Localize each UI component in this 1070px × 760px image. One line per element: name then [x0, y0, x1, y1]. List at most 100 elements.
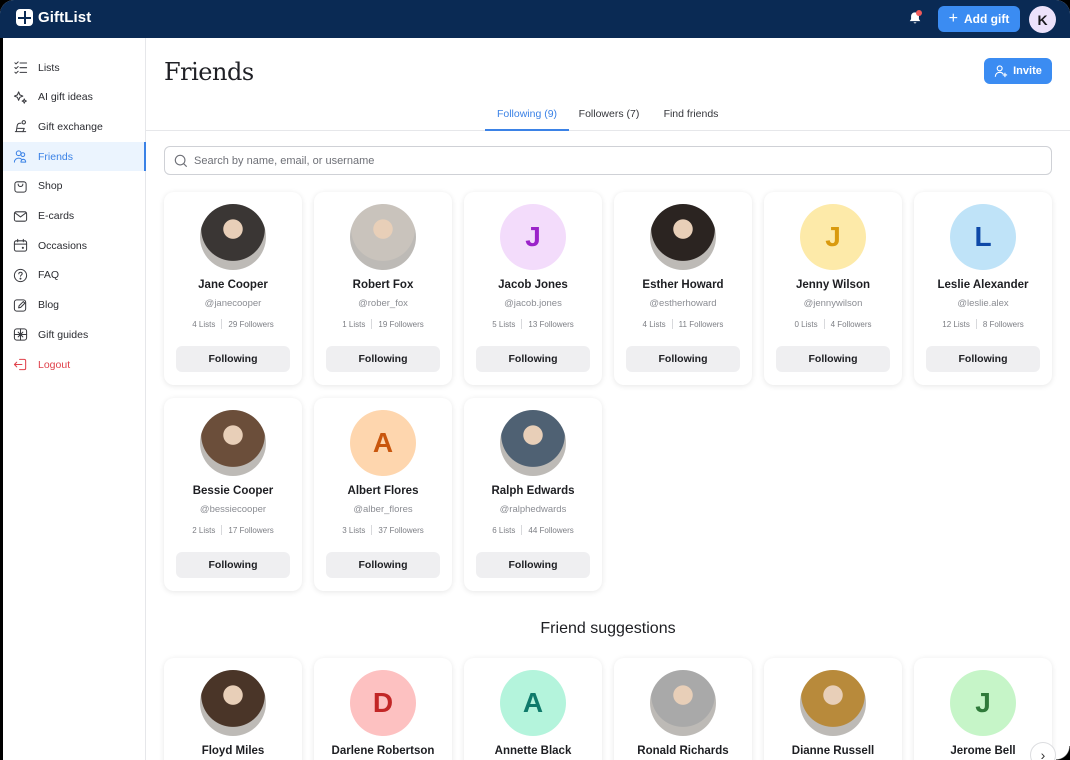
lists-count: 12 Lists [942, 319, 970, 329]
sidebar-item-blog[interactable]: Blog [3, 291, 146, 320]
avatar-initial: L [950, 204, 1016, 270]
friend-name: Jane Cooper [198, 279, 268, 291]
avatar-photo [650, 670, 716, 736]
sidebar-item-friends[interactable]: Friends [3, 142, 146, 172]
tab-bar: Following (9) Followers (7) Find friends [146, 106, 1070, 131]
friend-stats: 1 Lists 19 Followers [314, 319, 452, 329]
avatar-letter: A [372, 427, 394, 458]
user-avatar[interactable]: K [1029, 6, 1056, 33]
friend-card[interactable]: J Jacob Jones @jacob.jones 5 Lists 13 Follow… [464, 192, 602, 385]
suggestion-card[interactable]: A Annette Black [464, 658, 602, 760]
sidebar-item-occasions[interactable]: Occasions [3, 231, 146, 260]
following-button[interactable]: Following [776, 346, 890, 372]
lists-count: 4 Lists [642, 319, 666, 329]
tab-find-friends[interactable]: Find friends [656, 108, 726, 131]
lists-count: 3 Lists [342, 525, 366, 535]
suggestion-card[interactable]: Ronald Richards [614, 658, 752, 760]
avatar-initial: A [350, 410, 416, 476]
sidebar-item-shop[interactable]: Shop [3, 172, 146, 201]
avatar-photo [650, 204, 716, 270]
sidebar-item-e-cards[interactable]: E-cards [3, 202, 146, 231]
stats-divider [221, 319, 223, 329]
invite-label: Invite [1013, 65, 1042, 77]
sidebar-item-label: Lists [38, 61, 60, 74]
notification-dot [916, 10, 922, 16]
friend-stats: 0 Lists 4 Followers [764, 319, 902, 329]
friend-name: Jenny Wilson [795, 279, 871, 291]
suggestion-name: Floyd Miles [201, 745, 265, 757]
followers-count: 11 Followers [678, 319, 724, 329]
avatar-photo [200, 204, 266, 270]
sidebar-item-ai-gift-ideas[interactable]: AI gift ideas [3, 83, 146, 112]
add-gift-label: Add gift [964, 12, 1010, 26]
suggestion-card[interactable]: Floyd Miles [164, 658, 302, 760]
sidebar-item-label: E-cards [38, 210, 75, 222]
sidebar-item-logout[interactable]: Logout [3, 350, 146, 379]
tab-followers[interactable]: Followers (7) [574, 108, 644, 131]
friend-name: Ralph Edwards [491, 485, 575, 497]
friend-handle: @leslie.alex [957, 298, 1009, 309]
lists-count: 6 Lists [492, 525, 516, 535]
friend-card[interactable]: Bessie Cooper @bessiecooper 2 Lists 17 Foll… [164, 398, 302, 591]
friend-handle: @janecooper [204, 298, 262, 309]
friend-card[interactable]: J Jenny Wilson @jennywilson 0 Lists 4 Follow… [764, 192, 902, 385]
stats-divider [671, 319, 673, 329]
checklist-icon [12, 60, 28, 76]
sidebar-item-gift-guides[interactable]: Gift guides [3, 320, 146, 349]
suggestion-card[interactable]: D Darlene Robertson [314, 658, 452, 760]
following-button[interactable]: Following [176, 552, 290, 578]
friend-handle: @jacob.jones [504, 298, 562, 309]
sidebar-item-faq[interactable]: FAQ [3, 261, 146, 290]
tab-following[interactable]: Following (9) [485, 108, 569, 131]
friend-card[interactable]: Jane Cooper @janecooper 4 Lists 29 Follower… [164, 192, 302, 385]
followers-count: 44 Followers [528, 525, 574, 535]
search-bar[interactable] [164, 146, 1052, 175]
sidebar-item-label: FAQ [38, 269, 60, 282]
sidebar-item-gift-exchange[interactable]: Gift exchange [3, 112, 146, 141]
avatar-initial: J [800, 204, 866, 270]
stats-divider [221, 525, 223, 535]
friend-card[interactable]: Robert Fox @rober_fox 1 Lists 19 Followers F… [314, 192, 452, 385]
sidebar-item-label: Friends [38, 150, 74, 163]
app-name: GiftList [38, 9, 92, 26]
sidebar-item-lists[interactable]: Lists [3, 53, 146, 82]
add-gift-button[interactable]: + Add gift [938, 6, 1020, 32]
following-button[interactable]: Following [476, 346, 590, 372]
envelope-icon [12, 208, 28, 224]
sidebar-item-label: Shop [38, 180, 63, 193]
friend-card[interactable]: Ralph Edwards @ralphedwards 6 Lists 44 Foll… [464, 398, 602, 591]
logout-icon [12, 357, 28, 373]
add-user-icon [994, 65, 1008, 78]
following-button[interactable]: Following [626, 346, 740, 372]
friend-stats: 6 Lists 44 Followers [464, 525, 602, 535]
avatar-letter: L [974, 221, 992, 252]
friend-stats: 2 Lists 17 Followers [164, 525, 302, 535]
friend-name: Leslie Alexander [937, 279, 1029, 291]
following-button[interactable]: Following [326, 346, 440, 372]
friend-card[interactable]: L Leslie Alexander @leslie.alex 12 Lists 8 F… [914, 192, 1052, 385]
avatar-initial: J [950, 670, 1016, 736]
invite-button[interactable]: Invite [984, 58, 1052, 84]
following-button[interactable]: Following [926, 346, 1040, 372]
following-button[interactable]: Following [326, 552, 440, 578]
sidebar-item-label: Gift guides [38, 328, 89, 341]
friend-card[interactable]: Esther Howard @estherhoward 4 Lists 11 Foll… [614, 192, 752, 385]
following-button[interactable]: Following [176, 346, 290, 372]
search-input[interactable] [194, 154, 1014, 167]
followers-count: 8 Followers [982, 319, 1024, 329]
next-suggestions-button[interactable]: › [1030, 742, 1056, 760]
friend-handle: @alber_flores [353, 504, 413, 515]
friend-stats: 3 Lists 37 Followers [314, 525, 452, 535]
suggestion-card[interactable]: Dianne Russell [764, 658, 902, 760]
following-button[interactable]: Following [476, 552, 590, 578]
main-content: Friends Invite Following (9) Followers (… [146, 38, 1070, 760]
friend-card[interactable]: A Albert Flores @alber_flores 3 Lists 37 Fol… [314, 398, 452, 591]
logo[interactable]: GiftList [16, 9, 91, 26]
sidebar: Lists AI gift ideas Gift exchange Friends Sh… [0, 38, 146, 760]
friend-handle: @rober_fox [358, 298, 408, 309]
lists-count: 4 Lists [192, 319, 216, 329]
friend-handle: @jennywilson [803, 298, 863, 309]
top-bar: GiftList + Add gift K [0, 0, 1070, 38]
sidebar-item-label: AI gift ideas [38, 91, 93, 104]
suggestion-card[interactable]: J Jerome Bell [914, 658, 1052, 760]
